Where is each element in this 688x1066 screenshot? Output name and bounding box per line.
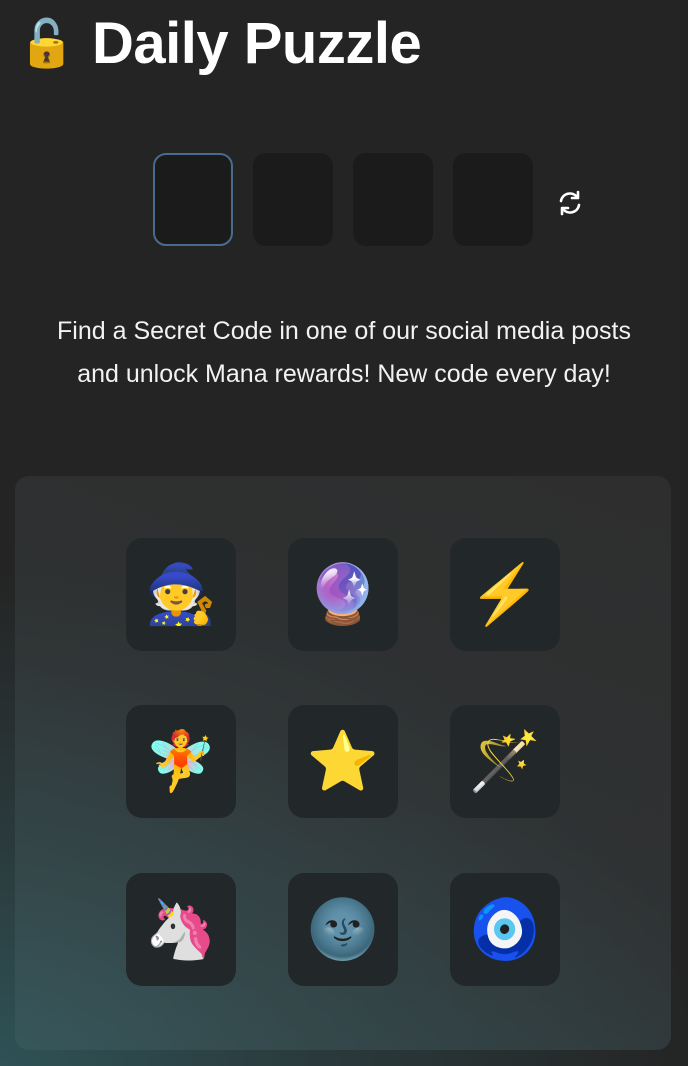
emoji-tile-fairy[interactable]: 🧚 bbox=[126, 705, 236, 818]
emoji-tile-new-moon-face[interactable]: 🌚 bbox=[288, 873, 398, 986]
fairy-icon: 🧚 bbox=[144, 728, 218, 794]
emoji-tile-unicorn[interactable]: 🦄 bbox=[126, 873, 236, 986]
new-moon-face-icon: 🌚 bbox=[306, 896, 380, 962]
mage-icon: 🧙 bbox=[144, 561, 218, 627]
code-slot-2[interactable] bbox=[253, 153, 333, 246]
magic-wand-icon: 🪄 bbox=[468, 728, 542, 794]
description: Find a Secret Code in one of our social … bbox=[0, 310, 688, 396]
nazar-amulet-icon: 🧿 bbox=[468, 896, 542, 962]
emoji-tile-star[interactable]: ⭐ bbox=[288, 705, 398, 818]
emoji-grid-panel: 🧙 🔮 ⚡ 🧚 ⭐ 🪄 🦄 🌚 🧿 bbox=[15, 476, 671, 1050]
lightning-icon: ⚡ bbox=[468, 561, 542, 627]
emoji-tile-magic-wand[interactable]: 🪄 bbox=[450, 705, 560, 818]
emoji-tile-lightning[interactable]: ⚡ bbox=[450, 538, 560, 651]
code-slot-3[interactable] bbox=[353, 153, 433, 246]
emoji-tile-mage[interactable]: 🧙 bbox=[126, 538, 236, 651]
emoji-tile-crystal-ball[interactable]: 🔮 bbox=[288, 538, 398, 651]
page-title: Daily Puzzle bbox=[92, 10, 422, 76]
unlocked-padlock-icon: 🔓 bbox=[18, 17, 76, 69]
description-line-1: Find a Secret Code in one of our social … bbox=[57, 317, 631, 345]
refresh-icon[interactable] bbox=[556, 189, 584, 217]
unicorn-icon: 🦄 bbox=[144, 896, 218, 962]
code-slot-4[interactable] bbox=[453, 153, 533, 246]
emoji-tile-nazar-amulet[interactable]: 🧿 bbox=[450, 873, 560, 986]
description-line-2: and unlock Mana rewards! New code every … bbox=[77, 360, 611, 388]
code-slot-1[interactable] bbox=[153, 153, 233, 246]
star-icon: ⭐ bbox=[306, 728, 380, 794]
page-header: 🔓 Daily Puzzle bbox=[18, 8, 422, 78]
crystal-ball-icon: 🔮 bbox=[306, 561, 380, 627]
